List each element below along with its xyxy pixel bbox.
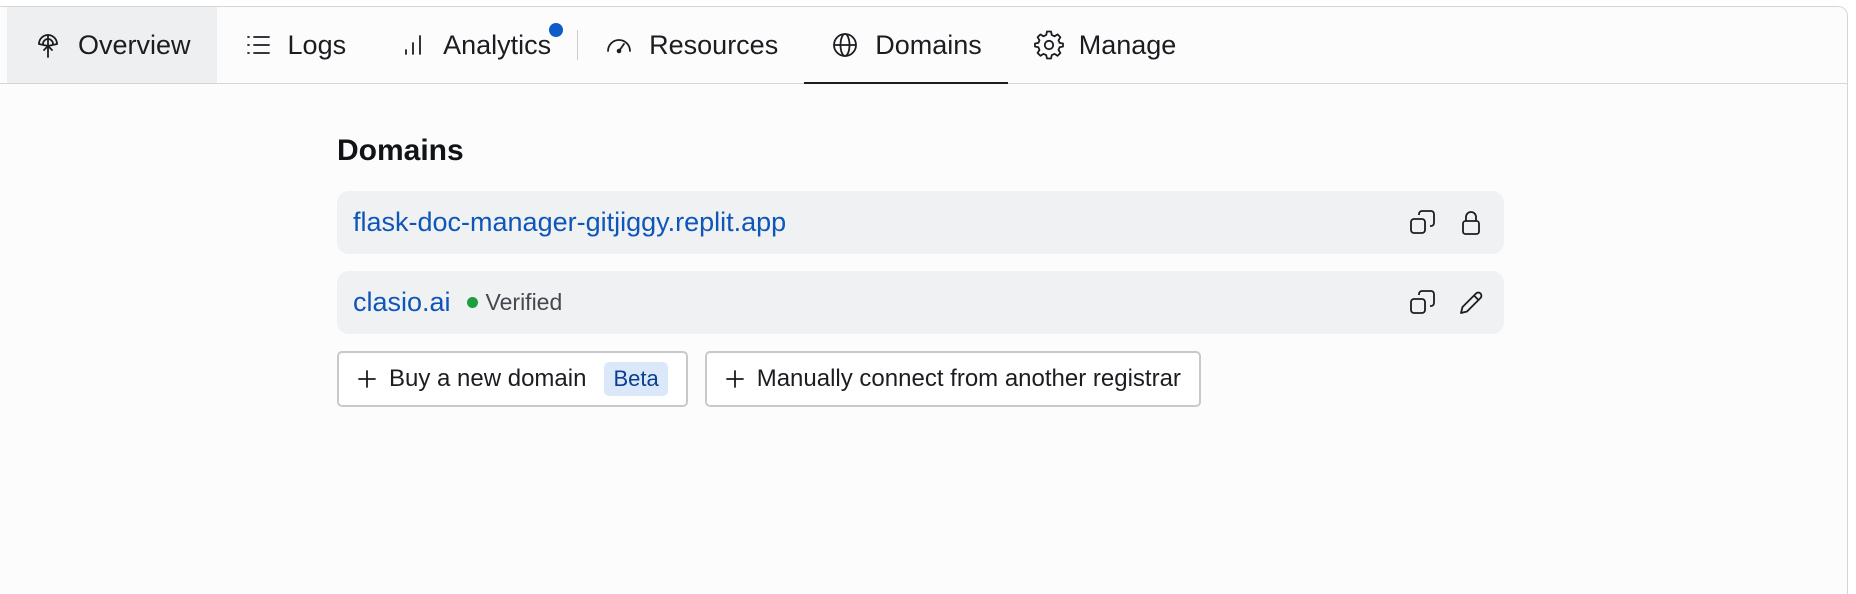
domains-section: Domains flask-doc-manager-gitjiggy.repli… bbox=[337, 131, 1504, 407]
copy-icon[interactable] bbox=[1408, 208, 1438, 238]
domain-link[interactable]: flask-doc-manager-gitjiggy.replit.app bbox=[353, 207, 786, 238]
button-label: Manually connect from another registrar bbox=[756, 365, 1181, 392]
verified-status: Verified bbox=[466, 289, 563, 316]
button-label: Buy a new domain bbox=[389, 365, 587, 392]
tab-manage[interactable]: Manage bbox=[1008, 7, 1203, 83]
tab-label: Analytics bbox=[443, 29, 552, 60]
status-dot bbox=[466, 297, 478, 308]
tab-label: Overview bbox=[78, 29, 191, 60]
tab-label: Logs bbox=[287, 29, 347, 60]
pencil-icon[interactable] bbox=[1456, 288, 1486, 318]
tab-label: Manage bbox=[1078, 29, 1177, 60]
notification-dot bbox=[549, 23, 564, 37]
tab-bar: Overview Logs Analytics Resources Domain… bbox=[0, 7, 1847, 84]
gear-icon bbox=[1033, 30, 1064, 60]
lock-icon[interactable] bbox=[1456, 208, 1486, 238]
status-label: Verified bbox=[485, 289, 563, 315]
plus-icon bbox=[723, 367, 747, 391]
tab-logs[interactable]: Logs bbox=[217, 7, 373, 83]
gauge-icon bbox=[604, 30, 634, 60]
plus-icon bbox=[355, 367, 379, 391]
beta-badge: Beta bbox=[604, 362, 668, 396]
deployment-panel: Overview Logs Analytics Resources Domain… bbox=[0, 6, 1848, 594]
tab-domains[interactable]: Domains bbox=[804, 7, 1008, 84]
bar-chart-icon bbox=[398, 30, 428, 60]
tab-overview[interactable]: Overview bbox=[7, 7, 217, 83]
domain-buttons: Buy a new domain Beta Manually connect f… bbox=[337, 351, 1504, 407]
row-actions bbox=[1408, 288, 1486, 318]
connect-registrar-button[interactable]: Manually connect from another registrar bbox=[704, 351, 1201, 407]
domain-row: clasio.ai Verified bbox=[337, 271, 1504, 334]
domain-link[interactable]: clasio.ai bbox=[353, 287, 451, 318]
tab-label: Domains bbox=[875, 29, 982, 60]
list-icon bbox=[243, 30, 273, 60]
section-title: Domains bbox=[337, 134, 464, 167]
antenna-icon bbox=[33, 30, 63, 60]
domain-row: flask-doc-manager-gitjiggy.replit.app bbox=[337, 191, 1504, 254]
copy-icon[interactable] bbox=[1408, 288, 1438, 318]
tab-analytics[interactable]: Analytics bbox=[372, 7, 577, 83]
tab-resources[interactable]: Resources bbox=[578, 7, 804, 83]
row-actions bbox=[1408, 208, 1486, 238]
buy-domain-button[interactable]: Buy a new domain Beta bbox=[337, 351, 688, 407]
tab-label: Resources bbox=[649, 29, 779, 60]
globe-icon bbox=[830, 30, 860, 60]
